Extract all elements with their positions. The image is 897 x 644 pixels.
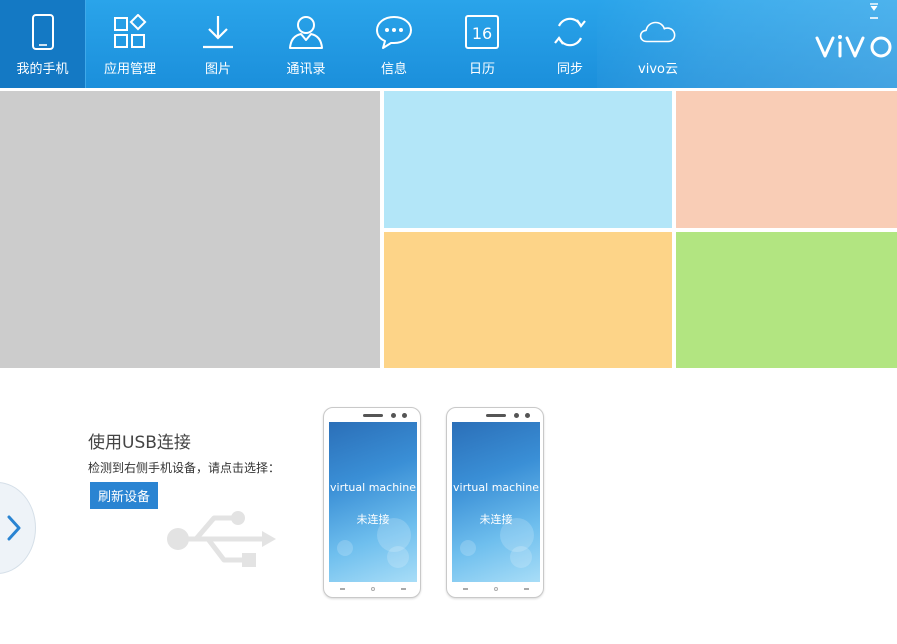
phone-speaker xyxy=(486,414,506,417)
calendar-icon: 16 xyxy=(463,13,501,51)
tab-label: 日历 xyxy=(468,62,495,77)
hero-tile-orange xyxy=(384,232,672,368)
phone-screen: virtual machine 未连接 xyxy=(329,422,417,582)
tab-sync[interactable]: 同步 xyxy=(526,0,614,88)
expand-panel-button[interactable] xyxy=(0,482,36,574)
device-status: 未连接 xyxy=(356,513,390,526)
phone-sensor xyxy=(402,413,407,418)
device-status: 未连接 xyxy=(479,513,513,526)
vivo-logo xyxy=(815,35,892,58)
tab-messages[interactable]: 信息 xyxy=(350,0,438,88)
device-name: virtual machine xyxy=(330,481,416,494)
usb-icon xyxy=(167,511,276,567)
tab-vivo-cloud[interactable]: vivo云 xyxy=(614,0,702,88)
usb-connect-description: 检测到右侧手机设备，请点击选择： xyxy=(88,461,281,475)
tab-label: 通讯录 xyxy=(286,62,326,77)
calendar-day: 16 xyxy=(472,24,492,43)
usb-connect-title: 使用USB连接 xyxy=(88,433,191,453)
tab-label: 信息 xyxy=(380,62,407,77)
hero-tile-salmon xyxy=(676,91,897,228)
phone-sensor xyxy=(525,413,530,418)
menu-arrow-icon[interactable] xyxy=(868,3,880,11)
phone-screen: virtual machine 未连接 xyxy=(452,422,540,582)
tab-label: vivo云 xyxy=(638,62,678,77)
phone-speaker xyxy=(363,414,383,417)
tab-my-phone[interactable]: 我的手机 xyxy=(0,0,86,88)
hero-tile-green xyxy=(676,232,897,368)
download-icon xyxy=(199,13,237,51)
phone-icon xyxy=(24,13,62,51)
tab-label: 图片 xyxy=(204,62,231,77)
phone-keys xyxy=(463,586,529,592)
tab-label: 我的手机 xyxy=(16,62,69,77)
minimize-icon[interactable] xyxy=(868,13,880,21)
tab-label: 同步 xyxy=(556,62,583,77)
tab-contacts[interactable]: 通讯录 xyxy=(262,0,350,88)
message-icon xyxy=(375,13,413,51)
app-grid-icon xyxy=(111,13,149,51)
refresh-devices-button[interactable]: 刷新设备 xyxy=(90,482,158,509)
tab-app-manager[interactable]: 应用管理 xyxy=(86,0,174,88)
main-nav: 我的手机 应用管理 图片 通讯录 信息 16 日历 同步 vivo云 xyxy=(0,0,702,88)
tab-pictures[interactable]: 图片 xyxy=(174,0,262,88)
tab-calendar[interactable]: 16 日历 xyxy=(438,0,526,88)
hero-tile-gray xyxy=(0,91,380,368)
device-card[interactable]: virtual machine 未连接 xyxy=(446,407,544,598)
phone-keys xyxy=(340,586,406,592)
chevron-right-icon xyxy=(7,515,21,541)
hero-tile-blue xyxy=(384,91,672,228)
device-name: virtual machine xyxy=(453,481,539,494)
sync-icon xyxy=(551,13,589,51)
phone-camera xyxy=(391,413,396,418)
phone-camera xyxy=(514,413,519,418)
tab-label: 应用管理 xyxy=(103,62,156,77)
app-window: 我的手机 应用管理 图片 通讯录 信息 16 日历 同步 vivo云 使用USB… xyxy=(0,0,897,644)
device-card[interactable]: virtual machine 未连接 xyxy=(323,407,421,598)
top-navigation-bar: 我的手机 应用管理 图片 通讯录 信息 16 日历 同步 vivo云 xyxy=(0,0,897,88)
cloud-icon xyxy=(639,13,677,51)
contact-icon xyxy=(287,13,325,51)
